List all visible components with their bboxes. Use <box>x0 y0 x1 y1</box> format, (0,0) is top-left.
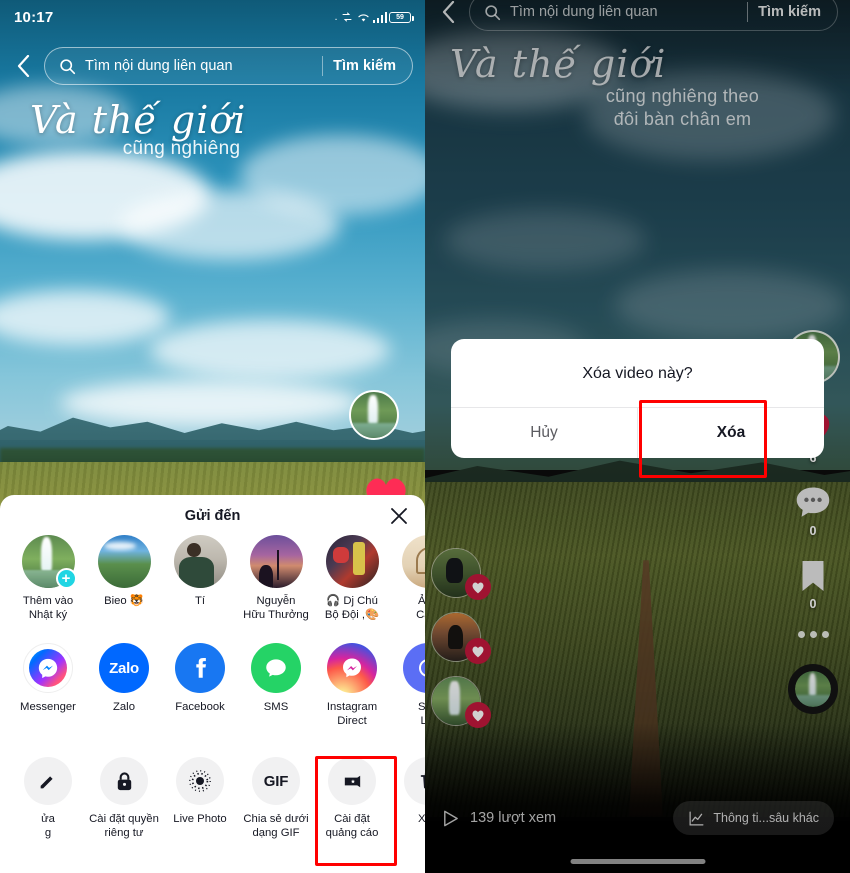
dialog-buttons: Hủy Xóa <box>451 407 824 458</box>
contact-name: 🎧 Dj Chú Bộ Đội ,🎨 <box>324 595 380 621</box>
avatar <box>401 535 425 588</box>
action-share-gif[interactable]: GIF Chia sẻ dưới dạng GIF <box>238 749 314 840</box>
apps-row[interactable]: Messenger Zalo Zalo Facebook SMS Instagr… <box>0 643 425 749</box>
left-phone-panel: 10:17 . 59 Tìm nội dung liên quan Tìm ki… <box>0 0 425 873</box>
share-app-sms[interactable]: SMS <box>238 643 314 749</box>
share-sheet: Gửi đến + Thêm vào Nhật ký Bieo 🐯 Tí Ngu… <box>0 495 425 873</box>
search-input[interactable]: Tìm nội dung liên quan Tìm kiếm <box>44 47 413 85</box>
app-label: SMS <box>263 701 289 713</box>
zalo-icon: Zalo <box>99 643 149 693</box>
lock-icon <box>100 757 148 805</box>
messenger-icon <box>23 643 73 693</box>
contact-name: Tí <box>194 595 206 607</box>
dot-icon: . <box>334 11 338 23</box>
share-sheet-header: Gửi đến <box>0 495 425 537</box>
gif-icon: GIF <box>252 757 300 805</box>
signal-bars-icon <box>372 11 387 23</box>
dialog-title: Xóa video này? <box>582 365 693 382</box>
instagram-icon <box>327 643 377 693</box>
cloud <box>60 380 360 426</box>
left-search-row: Tìm nội dung liên quan Tìm kiếm <box>0 46 425 86</box>
action-label: Cài đặt quyền riêng tư <box>89 813 159 839</box>
gif-label: GIF <box>263 772 289 790</box>
cloud <box>240 135 425 215</box>
contact-item[interactable]: Nguyễn Hữu Thưởng <box>238 535 314 643</box>
battery-icon: 59 <box>389 11 414 23</box>
share-app-copy-link[interactable]: Sao Liê <box>390 643 425 749</box>
profile-avatar[interactable] <box>349 390 399 440</box>
facebook-icon <box>175 643 225 693</box>
avatar <box>325 535 379 588</box>
action-ad-settings[interactable]: Cài đặt quảng cáo <box>314 749 390 840</box>
avatar: + <box>21 535 77 589</box>
cloud <box>150 320 390 380</box>
avatar <box>173 535 227 588</box>
dialog-cancel-button[interactable]: Hủy <box>451 408 637 458</box>
app-label: Facebook <box>175 701 225 713</box>
status-bar: 10:17 . 59 <box>0 0 425 34</box>
wifi-icon <box>357 14 369 22</box>
action-label: Xóa <box>417 813 425 825</box>
share-sheet-title: Gửi đến <box>184 508 241 524</box>
action-edit[interactable]: ửa g <box>10 749 86 840</box>
screenshot-stage: 10:17 . 59 Tìm nội dung liên quan Tìm ki… <box>0 0 850 873</box>
sms-icon <box>251 643 301 693</box>
search-icon <box>59 58 76 75</box>
contact-item[interactable]: Bieo 🐯 <box>86 535 162 643</box>
close-icon[interactable] <box>389 506 409 526</box>
dialog-confirm-button[interactable]: Xóa <box>637 408 824 458</box>
action-live-photo[interactable]: Live Photo <box>162 749 238 826</box>
app-label: Instagram Direct <box>326 701 378 727</box>
battery-level: 59 <box>396 13 404 21</box>
contact-name: Ảnh Cảm <box>416 595 425 621</box>
action-label: Cài đặt quảng cáo <box>325 813 379 839</box>
status-clock: 10:17 <box>14 8 54 26</box>
app-label: Sao Liê <box>417 701 425 727</box>
action-label: Live Photo <box>173 813 227 825</box>
status-icons: . 59 <box>334 11 414 23</box>
zalo-wordmark: Zalo <box>109 659 139 677</box>
chevron-left-icon[interactable] <box>12 51 34 81</box>
promote-icon <box>328 757 376 805</box>
contact-name: Bieo 🐯 <box>104 595 144 607</box>
share-app-zalo[interactable]: Zalo Zalo <box>86 643 162 749</box>
contact-item[interactable]: 🎧 Dj Chú Bộ Đội ,🎨 <box>314 535 390 643</box>
contact-item[interactable]: Ảnh Cảm <box>390 535 425 643</box>
share-app-messenger[interactable]: Messenger <box>10 643 86 749</box>
right-phone-panel: Tìm nội dung liên quan Tìm kiếm Và thế g… <box>425 0 850 873</box>
live-photo-icon <box>176 757 224 805</box>
trash-icon <box>404 757 425 805</box>
contact-item[interactable]: + Thêm vào Nhật ký <box>10 535 86 643</box>
contact-name: Nguyễn Hữu Thưởng <box>243 595 309 621</box>
actions-row[interactable]: ửa g Cài đặt quyền riêng tư Live Photo G… <box>0 749 425 861</box>
copy-link-icon <box>403 643 425 693</box>
app-label: Messenger <box>20 701 76 713</box>
app-label: Zalo <box>113 701 135 713</box>
data-transfer-icon <box>342 12 351 22</box>
edit-icon <box>24 757 72 805</box>
share-app-facebook[interactable]: Facebook <box>162 643 238 749</box>
avatar <box>249 535 303 588</box>
action-label: Chia sẻ dưới dạng GIF <box>243 813 309 839</box>
search-placeholder: Tìm nội dung liên quan <box>85 58 233 74</box>
share-app-instagram-direct[interactable]: Instagram Direct <box>314 643 390 749</box>
search-submit-button[interactable]: Tìm kiếm <box>333 58 406 74</box>
add-story-badge[interactable]: + <box>55 568 77 589</box>
divider <box>322 56 324 76</box>
contact-name: Thêm vào Nhật ký <box>22 595 74 621</box>
action-delete[interactable]: Xóa <box>390 749 425 826</box>
action-label: ửa g <box>41 813 55 839</box>
contacts-row[interactable]: + Thêm vào Nhật ký Bieo 🐯 Tí Nguyễn Hữu … <box>0 535 425 643</box>
action-privacy-settings[interactable]: Cài đặt quyền riêng tư <box>86 749 162 840</box>
contact-item[interactable]: Tí <box>162 535 238 643</box>
delete-confirm-dialog: Xóa video này? Hủy Xóa <box>451 339 824 458</box>
avatar <box>97 535 151 588</box>
